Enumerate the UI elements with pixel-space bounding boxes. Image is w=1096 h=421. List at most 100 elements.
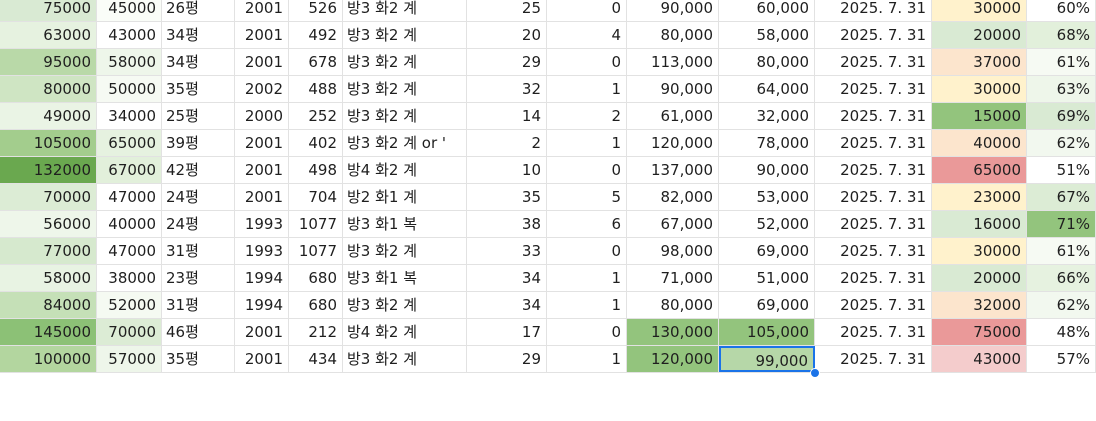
cell-l[interactable]: 23000: [932, 184, 1027, 210]
cell-b[interactable]: 67000: [97, 157, 162, 183]
cell-g[interactable]: 29: [467, 346, 547, 372]
cell-i[interactable]: 82,000: [627, 184, 719, 210]
cell-b[interactable]: 45000: [97, 0, 162, 21]
cell-f[interactable]: 방3 화2 계: [343, 103, 467, 129]
cell-b[interactable]: 65000: [97, 130, 162, 156]
cell-g[interactable]: 34: [467, 292, 547, 318]
cell-c[interactable]: 39평: [162, 130, 235, 156]
cell-e[interactable]: 434: [289, 346, 343, 372]
cell-i[interactable]: 61,000: [627, 103, 719, 129]
cell-c[interactable]: 31평: [162, 292, 235, 318]
cell-k[interactable]: 2025. 7. 31: [815, 157, 932, 183]
cell-l[interactable]: 40000: [932, 130, 1027, 156]
cell-d[interactable]: 1993: [235, 211, 289, 237]
cell-k[interactable]: 2025. 7. 31: [815, 211, 932, 237]
cell-l[interactable]: 32000: [932, 292, 1027, 318]
cell-h[interactable]: 0: [547, 49, 627, 75]
cell-m[interactable]: 48%: [1027, 319, 1096, 345]
cell-d[interactable]: 2001: [235, 184, 289, 210]
cell-l[interactable]: 20000: [932, 265, 1027, 291]
cell-g[interactable]: 38: [467, 211, 547, 237]
cell-k[interactable]: 2025. 7. 31: [815, 49, 932, 75]
cell-l[interactable]: 75000: [932, 319, 1027, 345]
fill-handle[interactable]: [810, 368, 820, 378]
cell-h[interactable]: 1: [547, 292, 627, 318]
cell-l[interactable]: 37000: [932, 49, 1027, 75]
cell-m[interactable]: 60%: [1027, 0, 1096, 21]
cell-b[interactable]: 38000: [97, 265, 162, 291]
cell-e[interactable]: 680: [289, 265, 343, 291]
cell-a[interactable]: 77000: [0, 238, 97, 264]
cell-e[interactable]: 402: [289, 130, 343, 156]
cell-f[interactable]: 방3 화2 계: [343, 76, 467, 102]
cell-b[interactable]: 47000: [97, 184, 162, 210]
cell-j[interactable]: 69,000: [719, 238, 815, 264]
cell-d[interactable]: 2001: [235, 0, 289, 21]
cell-j[interactable]: 78,000: [719, 130, 815, 156]
cell-i[interactable]: 120,000: [627, 346, 719, 372]
cell-a[interactable]: 105000: [0, 130, 97, 156]
cell-m[interactable]: 62%: [1027, 292, 1096, 318]
cell-a[interactable]: 84000: [0, 292, 97, 318]
cell-f[interactable]: 방4 화2 계: [343, 319, 467, 345]
cell-m[interactable]: 61%: [1027, 49, 1096, 75]
cell-f[interactable]: 방2 화1 계: [343, 184, 467, 210]
cell-d[interactable]: 2002: [235, 76, 289, 102]
cell-l[interactable]: 30000: [932, 238, 1027, 264]
cell-l[interactable]: 30000: [932, 76, 1027, 102]
cell-g[interactable]: 33: [467, 238, 547, 264]
cell-j[interactable]: 53,000: [719, 184, 815, 210]
cell-g[interactable]: 35: [467, 184, 547, 210]
cell-b[interactable]: 47000: [97, 238, 162, 264]
cell-j[interactable]: 52,000: [719, 211, 815, 237]
cell-a[interactable]: 49000: [0, 103, 97, 129]
cell-a[interactable]: 70000: [0, 184, 97, 210]
cell-j[interactable]: 64,000: [719, 76, 815, 102]
cell-i[interactable]: 130,000: [627, 319, 719, 345]
cell-e[interactable]: 678: [289, 49, 343, 75]
cell-a[interactable]: 75000: [0, 0, 97, 21]
cell-a[interactable]: 100000: [0, 346, 97, 372]
cell-a[interactable]: 132000: [0, 157, 97, 183]
cell-h[interactable]: 1: [547, 130, 627, 156]
cell-e[interactable]: 1077: [289, 211, 343, 237]
cell-f[interactable]: 방3 화2 계: [343, 238, 467, 264]
cell-h[interactable]: 6: [547, 211, 627, 237]
cell-b[interactable]: 43000: [97, 22, 162, 48]
cell-m[interactable]: 68%: [1027, 22, 1096, 48]
cell-j[interactable]: 60,000: [719, 0, 815, 21]
cell-e[interactable]: 1077: [289, 238, 343, 264]
cell-d[interactable]: 2001: [235, 319, 289, 345]
cell-l[interactable]: 20000: [932, 22, 1027, 48]
cell-g[interactable]: 2: [467, 130, 547, 156]
cell-j[interactable]: 90,000: [719, 157, 815, 183]
cell-m[interactable]: 69%: [1027, 103, 1096, 129]
cell-c[interactable]: 35평: [162, 346, 235, 372]
cell-g[interactable]: 34: [467, 265, 547, 291]
cell-m[interactable]: 51%: [1027, 157, 1096, 183]
cell-e[interactable]: 704: [289, 184, 343, 210]
cell-i[interactable]: 98,000: [627, 238, 719, 264]
cell-l[interactable]: 15000: [932, 103, 1027, 129]
cell-k[interactable]: 2025. 7. 31: [815, 265, 932, 291]
cell-d[interactable]: 1993: [235, 238, 289, 264]
cell-j[interactable]: 80,000: [719, 49, 815, 75]
cell-k[interactable]: 2025. 7. 31: [815, 184, 932, 210]
cell-c[interactable]: 34평: [162, 22, 235, 48]
cell-h[interactable]: 0: [547, 238, 627, 264]
cell-h[interactable]: 0: [547, 157, 627, 183]
cell-i[interactable]: 120,000: [627, 130, 719, 156]
cell-g[interactable]: 25: [467, 0, 547, 21]
cell-j[interactable]: 51,000: [719, 265, 815, 291]
cell-b[interactable]: 50000: [97, 76, 162, 102]
cell-c[interactable]: 46평: [162, 319, 235, 345]
cell-a[interactable]: 95000: [0, 49, 97, 75]
cell-b[interactable]: 40000: [97, 211, 162, 237]
cell-i[interactable]: 80,000: [627, 22, 719, 48]
cell-f[interactable]: 방3 화2 계: [343, 0, 467, 21]
cell-a[interactable]: 63000: [0, 22, 97, 48]
cell-i[interactable]: 137,000: [627, 157, 719, 183]
cell-m[interactable]: 63%: [1027, 76, 1096, 102]
cell-i[interactable]: 113,000: [627, 49, 719, 75]
cell-c[interactable]: 35평: [162, 76, 235, 102]
